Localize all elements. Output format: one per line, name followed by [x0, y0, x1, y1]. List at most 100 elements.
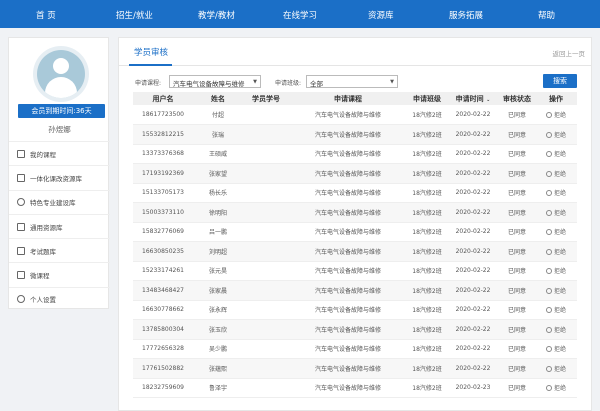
cell-course: 汽车电气设备故障与维修	[289, 378, 407, 398]
nav-home[interactable]: 首 页	[36, 9, 56, 21]
cell-apply-time: 2020-02-22	[447, 241, 499, 262]
filter-bar: 申请课程: 汽车电气设备故障与维修 ▼ 申请班级: 全部 ▼ 搜索	[119, 74, 591, 90]
cell-student-id	[243, 319, 289, 340]
cell-action[interactable]: 拒绝	[535, 300, 577, 320]
sidebar-menu: 我的课程 一体化课改资源库 特色专业建设库 通用资源库 考试题库 微课程 个人设…	[9, 141, 110, 311]
reject-button-label: 拒绝	[553, 112, 566, 119]
sidebar-item-integrated-library[interactable]: 一体化课改资源库	[9, 165, 110, 189]
cell-action[interactable]: 拒绝	[535, 241, 577, 262]
cell-action[interactable]: 拒绝	[535, 339, 577, 359]
cell-status: 已同意	[499, 280, 535, 301]
table-row: 17761502882 张蕴熙 汽车电气设备故障与维修 18汽修2班 2020-02-2…	[133, 358, 577, 379]
cell-class: 18汽修2班	[407, 105, 447, 125]
cell-name: 王硕威	[193, 144, 243, 164]
cell-name: 张蕴熙	[193, 358, 243, 379]
reject-icon	[545, 170, 552, 177]
cell-action[interactable]: 拒绝	[535, 183, 577, 203]
cell-action[interactable]: 拒绝	[535, 105, 577, 125]
cell-username: 16630778662	[133, 300, 193, 320]
reject-icon	[545, 326, 552, 333]
cell-class: 18汽修2班	[407, 319, 447, 340]
cell-class: 18汽修2班	[407, 378, 447, 398]
username: 孙煜娜	[48, 125, 71, 134]
cell-name: 吕一鹏	[193, 222, 243, 242]
search-button[interactable]: 搜索	[543, 74, 577, 88]
cell-student-id	[243, 144, 289, 164]
cell-action[interactable]: 拒绝	[535, 261, 577, 281]
nav-resources[interactable]: 资源库	[368, 9, 394, 21]
cell-student-id	[243, 202, 289, 223]
membership-expiry-button[interactable]: 会员到期时间:36天	[18, 104, 105, 118]
cell-student-id	[243, 183, 289, 203]
cell-action[interactable]: 拒绝	[535, 358, 577, 379]
cell-class: 18汽修2班	[407, 163, 447, 184]
back-link[interactable]: 返回上一页	[553, 48, 586, 58]
cell-apply-time: 2020-02-22	[447, 261, 499, 281]
sidebar-item-label: 一体化课改资源库	[30, 174, 82, 183]
cell-action[interactable]: 拒绝	[535, 222, 577, 242]
cell-course: 汽车电气设备故障与维修	[289, 202, 407, 223]
cell-status: 已同意	[499, 339, 535, 359]
cell-name: 付超	[193, 105, 243, 125]
cell-username: 17761502882	[133, 358, 193, 379]
sidebar-item-settings[interactable]: 个人设置	[9, 286, 110, 311]
reject-icon	[545, 307, 552, 314]
cell-name: 张家望	[193, 163, 243, 184]
table-row: 15532812215 张瑞 汽车电气设备故障与维修 18汽修2班 2020-02-22…	[133, 124, 577, 145]
nav-admissions[interactable]: 招生/就业	[116, 9, 153, 21]
cell-student-id	[243, 378, 289, 398]
file-icon	[17, 246, 25, 255]
cell-username: 13483468427	[133, 280, 193, 301]
cell-class: 18汽修2班	[407, 241, 447, 262]
cell-username: 17193192369	[133, 163, 193, 184]
reject-icon	[545, 365, 552, 372]
table-row: 17772656328 吴少鹏 汽车电气设备故障与维修 18汽修2班 2020-02-2…	[133, 339, 577, 359]
cell-action[interactable]: 拒绝	[535, 124, 577, 145]
user-icon	[37, 50, 85, 98]
cell-status: 已同意	[499, 261, 535, 281]
sidebar-item-my-courses[interactable]: 我的课程	[9, 141, 110, 165]
cell-apply-time: 2020-02-22	[447, 144, 499, 164]
nav-services[interactable]: 服务拓展	[449, 9, 483, 21]
cell-username: 15832776069	[133, 222, 193, 242]
cell-username: 15233174261	[133, 261, 193, 281]
nav-online-learning[interactable]: 在线学习	[283, 9, 317, 21]
cell-class: 18汽修2班	[407, 202, 447, 223]
cell-action[interactable]: 拒绝	[535, 378, 577, 398]
sidebar-item-micro-courses[interactable]: 微课程	[9, 262, 110, 286]
col-header-course: 申请课程	[289, 92, 407, 105]
cell-action[interactable]: 拒绝	[535, 319, 577, 340]
sidebar-item-general-library[interactable]: 通用资源库	[9, 213, 110, 238]
sidebar-item-label: 考试题库	[30, 247, 56, 256]
cell-action[interactable]: 拒绝	[535, 280, 577, 301]
cell-class: 18汽修2班	[407, 261, 447, 281]
nav-help[interactable]: 帮助	[538, 9, 555, 21]
sidebar-item-exam-bank[interactable]: 考试题库	[9, 238, 110, 262]
book-icon	[17, 173, 25, 182]
col-header-status: 审核状态	[499, 92, 535, 105]
cell-student-id	[243, 105, 289, 125]
course-select[interactable]: 汽车电气设备故障与维修 ▼	[169, 75, 261, 88]
avatar[interactable]	[33, 46, 89, 102]
nav-teaching[interactable]: 教学/教材	[198, 9, 235, 21]
table-row: 16630850235 刘明超 汽车电气设备故障与维修 18汽修2班 2020-02-2…	[133, 241, 577, 262]
cell-action[interactable]: 拒绝	[535, 144, 577, 164]
sidebar-item-specialty-library[interactable]: 特色专业建设库	[9, 189, 110, 214]
cell-action[interactable]: 拒绝	[535, 202, 577, 223]
reject-icon	[545, 131, 552, 138]
document-icon	[17, 149, 25, 158]
caret-down-icon: ▼	[390, 79, 394, 85]
table-row: 15233174261 张元昊 汽车电气设备故障与维修 18汽修2班 2020-02-2…	[133, 261, 577, 281]
reject-icon	[545, 112, 552, 118]
tab-student-review[interactable]: 学员审核	[134, 46, 168, 58]
cell-status: 已同意	[499, 300, 535, 320]
cell-status: 已同意	[499, 319, 535, 340]
class-select[interactable]: 全部 ▼	[306, 75, 398, 88]
reject-button-label: 拒绝	[553, 248, 566, 256]
col-header-apply-time[interactable]: 申请时间 ⌄	[447, 92, 499, 105]
cell-action[interactable]: 拒绝	[535, 163, 577, 184]
cell-apply-time: 2020-02-22	[447, 105, 499, 125]
cell-student-id	[243, 339, 289, 359]
cell-class: 18汽修2班	[407, 183, 447, 203]
top-navigation: 首 页 招生/就业 教学/教材 在线学习 资源库 服务拓展 帮助	[0, 0, 600, 28]
